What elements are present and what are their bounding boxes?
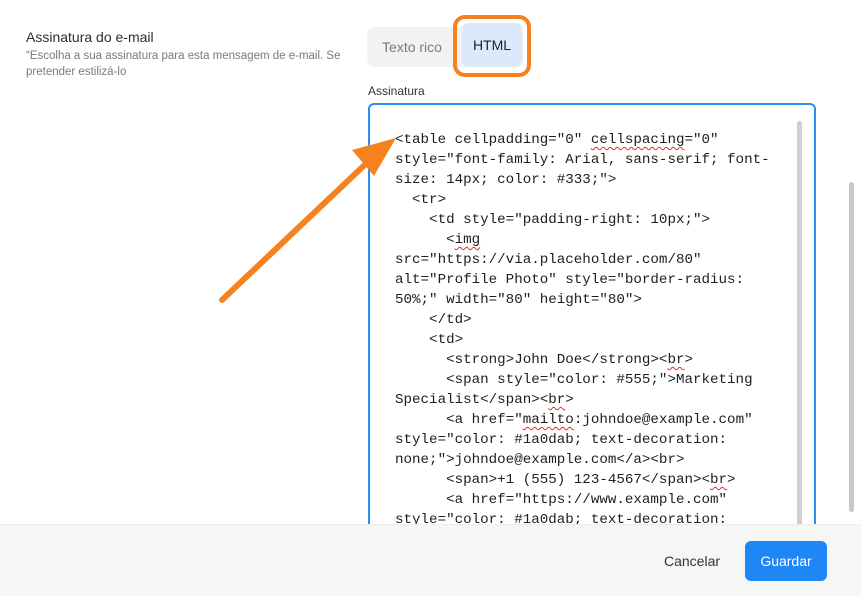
signature-html-editor[interactable]: <table cellpadding="0" cellspacing="0" s… bbox=[368, 103, 816, 587]
save-button[interactable]: Guardar bbox=[745, 541, 827, 581]
code-line: Specialist</span><br> bbox=[395, 392, 574, 408]
setting-description: “Escolha a sua assinatura para esta mens… bbox=[26, 50, 341, 78]
code-line: <td style="padding-right: 10px;"> bbox=[395, 212, 711, 228]
code-line: 50%;" width="80" height="80"> bbox=[395, 292, 642, 308]
code-line: style="color: #1a0dab; text-decoration: bbox=[395, 432, 728, 448]
code-line: <table cellpadding="0" cellspacing="0" bbox=[395, 132, 719, 148]
code-line: <img bbox=[395, 232, 481, 248]
code-line: style="font-family: Arial, sans-serif; f… bbox=[395, 152, 770, 168]
code-line: size: 14px; color: #333;"> bbox=[395, 172, 617, 188]
code-line: <span style="color: #555;">Marketing bbox=[395, 372, 753, 388]
code-line: <a href="mailto:johndoe@example.com" bbox=[395, 412, 753, 428]
code-line: src="https://via.placeholder.com/80" bbox=[395, 252, 702, 268]
setting-title: Assinatura do e-mail bbox=[26, 29, 154, 45]
signature-setting-label: Assinatura do e-mail “Escolha a sua assi… bbox=[26, 28, 346, 80]
code-line: <a href="https://www.example.com" bbox=[395, 492, 728, 508]
code-line: <strong>John Doe</strong><br> bbox=[395, 352, 693, 368]
page-scrollbar[interactable] bbox=[849, 182, 854, 512]
tab-html[interactable]: HTML bbox=[462, 23, 522, 67]
editor-scrollbar[interactable] bbox=[797, 121, 802, 585]
code-line: <td> bbox=[395, 332, 464, 348]
code-line: <tr> bbox=[395, 192, 447, 208]
code-line: </td> bbox=[395, 312, 472, 328]
signature-field-label: Assinatura bbox=[368, 84, 425, 98]
tab-rich-text[interactable]: Texto rico bbox=[367, 27, 457, 67]
code-line: none;">johndoe@example.com</a><br> bbox=[395, 452, 685, 468]
dialog-footer: Cancelar Guardar bbox=[0, 524, 861, 596]
code-line: <span>+1 (555) 123-4567</span><br> bbox=[395, 472, 736, 488]
code-content: <table cellpadding="0" cellspacing="0" s… bbox=[395, 130, 785, 530]
code-line: alt="Profile Photo" style="border-radius… bbox=[395, 272, 745, 288]
cancel-button[interactable]: Cancelar bbox=[650, 541, 734, 581]
